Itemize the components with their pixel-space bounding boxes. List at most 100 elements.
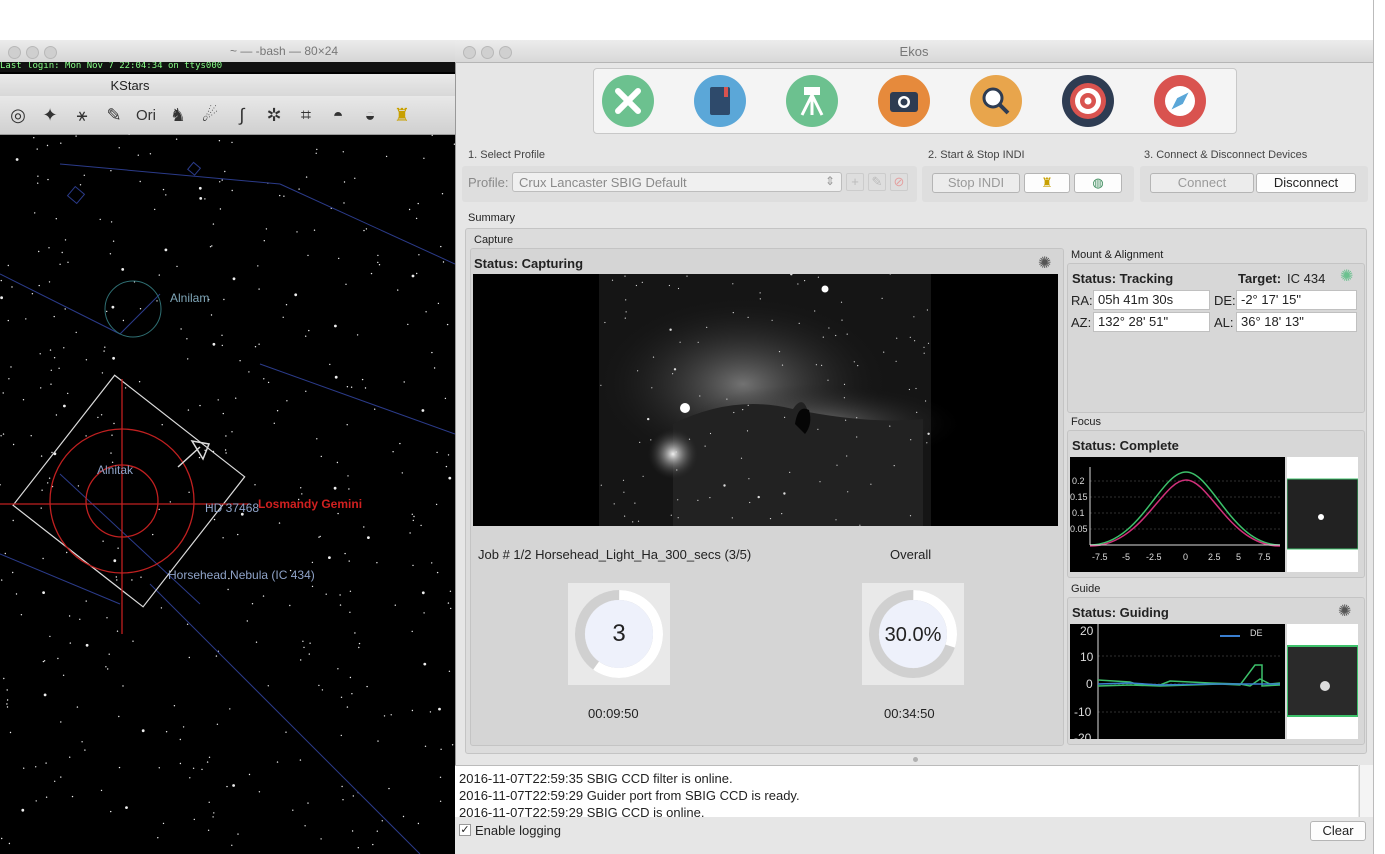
indi-logs-icon[interactable]: ◍ [1074,173,1122,193]
star [193,818,195,821]
image-star [672,373,674,375]
star [109,253,112,255]
ori-icon[interactable]: Ori [132,101,160,129]
image-star [699,395,701,397]
star [162,188,165,191]
focus-magnifier-icon[interactable] [970,75,1022,127]
constellation-lines-icon[interactable]: ⚹ [68,101,96,129]
capture-status: Status: Capturing [474,256,584,271]
star [339,604,342,606]
star [392,451,394,453]
capture-camera-icon[interactable] [878,75,930,127]
image-star [677,517,679,519]
al-label: AL: [1214,315,1234,330]
log-scrollbar[interactable] [1359,765,1374,817]
zoom-window-button[interactable] [44,46,57,59]
star [364,387,367,389]
star-icon[interactable]: ✦ [36,101,64,129]
scheduler-book-icon[interactable] [694,75,746,127]
star [346,706,349,708]
splitter-handle[interactable] [913,757,918,762]
star [225,435,227,437]
star [397,289,399,291]
disconnect-button[interactable]: Disconnect [1256,173,1356,193]
minimize-window-button[interactable] [26,46,39,59]
star [321,689,324,691]
grid-icon[interactable]: ⌗ [292,101,320,129]
star [300,487,302,489]
image-star [759,298,761,300]
star [40,387,42,389]
indi-control-panel-icon[interactable]: ♜ [1024,173,1070,193]
star [162,822,165,825]
stop-indi-button[interactable]: Stop INDI [932,173,1020,193]
equator-icon[interactable]: ∫ [228,101,256,129]
star [307,802,309,804]
guide-compass-icon[interactable] [1154,75,1206,127]
star [104,346,106,348]
star [64,239,67,241]
star [334,324,337,328]
star [222,537,224,539]
select-profile-section-label: 1. Select Profile [468,149,546,161]
image-star [732,312,734,314]
star [345,283,347,285]
star [347,475,349,477]
star [100,789,103,792]
star [208,801,210,803]
horizon-icon[interactable]: ◓ [324,101,352,129]
ecliptic-icon[interactable]: ✲ [260,101,288,129]
star [110,452,112,454]
star [118,147,120,149]
star [7,319,9,322]
star [265,228,268,230]
profile-select[interactable]: Crux Lancaster SBIG Default ⇕ [512,172,842,192]
star [343,202,345,204]
star [179,738,181,741]
star [315,152,317,154]
sky-map[interactable]: Alnilam Alnitak HD 37468 Losmandy Gemini… [0,134,455,854]
enable-logging-checkbox[interactable]: ✓ [459,824,471,836]
star [403,381,405,383]
star [348,560,350,562]
close-window-button[interactable] [8,46,21,59]
milky-way-icon[interactable]: ☄ [196,101,224,129]
star [408,208,411,211]
star [289,604,291,607]
align-target-icon[interactable] [1062,75,1114,127]
image-star [797,283,799,285]
log-area[interactable]: 2016-11-07T22:59:35 SBIG CCD filter is o… [455,765,1358,817]
focus-y-tick: 0.05 [1070,524,1088,534]
star [212,223,215,225]
alnilam-marker [104,280,162,338]
image-star [647,417,650,421]
pencil-icon[interactable]: ✎ [100,101,128,129]
delete-profile-icon[interactable]: ⊘ [890,173,908,191]
ground-icon[interactable]: ◒ [356,101,384,129]
star [409,532,411,534]
star [37,182,39,184]
lamp-icon[interactable]: ♜ [388,101,416,129]
capture-preview-image[interactable] [473,274,1058,526]
figure-icon[interactable]: ♞ [164,101,192,129]
star [85,435,87,437]
star [75,331,77,334]
star [175,138,178,140]
clear-log-button[interactable]: Clear [1310,821,1366,841]
mount-tripod-icon[interactable] [786,75,838,127]
star [316,438,318,440]
add-profile-icon[interactable]: + [846,173,864,191]
edit-profile-icon[interactable]: ✎ [868,173,886,191]
star [37,175,39,177]
setup-tools-icon[interactable] [602,75,654,127]
star [48,477,51,479]
job-progress-value: 3 [612,620,626,647]
image-star [709,432,712,435]
kstars-title: KStars [110,78,150,93]
star [48,281,51,283]
circle-icon[interactable]: ◎ [4,101,32,129]
chevron-updown-icon: ⇕ [824,174,835,188]
star [47,178,49,181]
connect-button[interactable]: Connect [1150,173,1254,193]
guide-spinner-icon: ✺ [1338,603,1352,620]
